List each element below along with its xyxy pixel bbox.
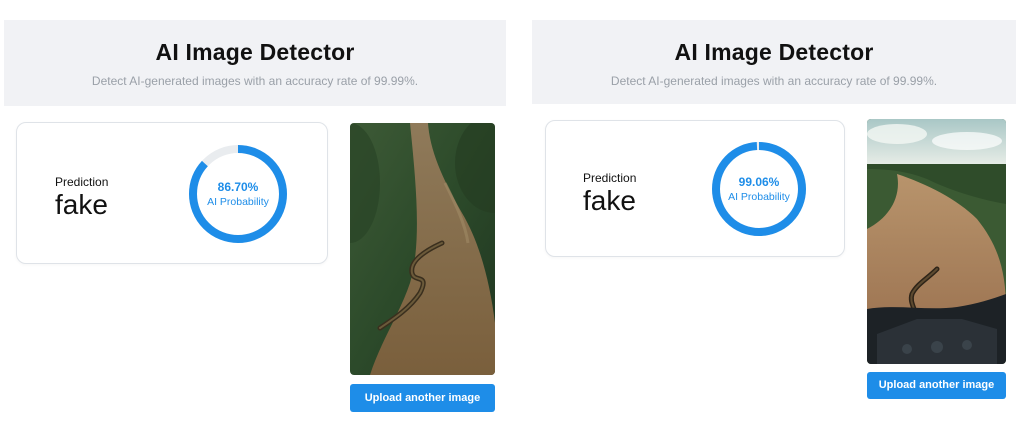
page-subtitle: Detect AI-generated images with an accur… [91,74,419,88]
probability-value: 99.06% [738,175,780,189]
probability-label: AI Probability [207,196,269,208]
prediction-value: fake [55,189,108,220]
uploaded-image [867,119,1006,364]
prediction-value: fake [583,185,636,216]
probability-value: 86.70% [217,180,259,194]
probability-label: AI Probability [728,191,790,203]
detector-panel-left: AI Image Detector Detect AI-generated im… [0,0,512,431]
panel-divider [512,0,524,431]
detector-panel-right: AI Image Detector Detect AI-generated im… [524,0,1024,431]
page-title: AI Image Detector [155,39,355,65]
helicopter-river-image [867,119,1006,364]
prediction-label: Prediction [583,171,637,185]
result-card: Prediction fake 86.70% AI Probability [16,122,328,264]
aerial-river-image [350,123,495,375]
upload-another-image-button[interactable]: Upload another image [867,372,1006,399]
probability-gauge: 86.70% AI Probability [185,141,291,247]
uploaded-image [350,123,495,375]
header: AI Image Detector Detect AI-generated im… [532,20,1016,104]
prediction-block: Prediction fake [583,171,636,216]
probability-gauge: 99.06% AI Probability [708,138,810,240]
prediction-label: Prediction [55,175,109,189]
header: AI Image Detector Detect AI-generated im… [4,20,506,106]
page-title: AI Image Detector [674,39,874,65]
prediction-block: Prediction fake [55,175,108,220]
upload-another-image-button[interactable]: Upload another image [350,384,495,412]
page-subtitle: Detect AI-generated images with an accur… [610,74,938,88]
result-card: Prediction fake 99.06% AI Probability [545,120,845,257]
